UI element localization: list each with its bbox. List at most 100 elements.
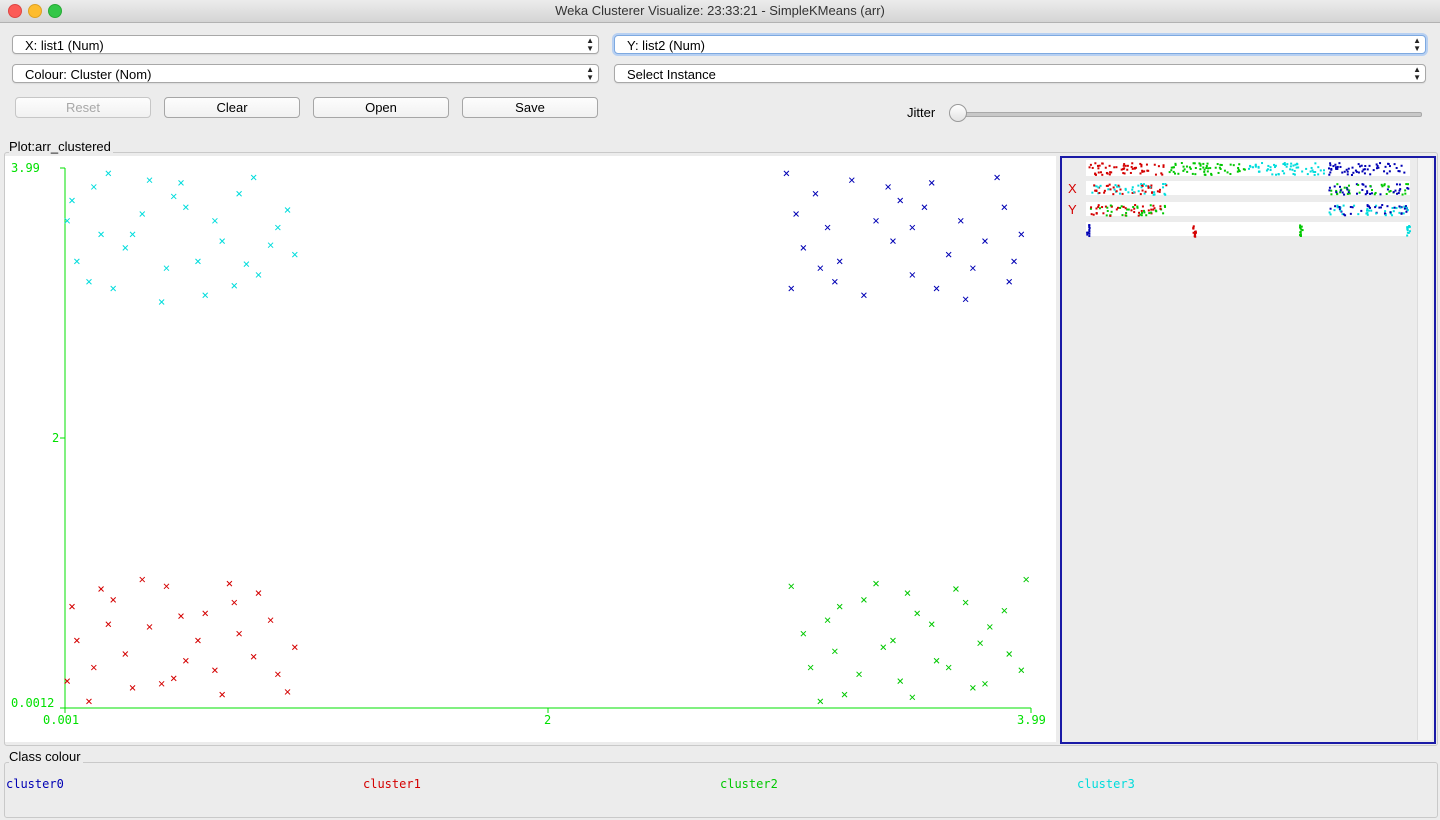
data-point-cluster0[interactable] [933, 285, 940, 292]
data-point-cluster2[interactable] [817, 698, 824, 705]
data-point-cluster0[interactable] [788, 285, 795, 292]
data-point-cluster1[interactable] [129, 685, 136, 691]
data-point-cluster2[interactable] [970, 685, 976, 691]
data-point-cluster3[interactable] [284, 207, 291, 213]
legend-cluster2[interactable]: cluster2 [720, 777, 778, 791]
data-point-cluster3[interactable] [90, 184, 97, 190]
data-point-cluster2[interactable] [1006, 651, 1013, 657]
clear-button[interactable]: Clear [164, 97, 300, 118]
data-point-cluster1[interactable] [146, 624, 153, 630]
data-point-cluster2[interactable] [800, 630, 807, 637]
data-point-cluster0[interactable] [1001, 204, 1008, 211]
data-point-cluster3[interactable] [74, 258, 80, 265]
x-axis-select[interactable]: X: list1 (Num) ▲ ▼ [12, 35, 599, 54]
data-point-cluster0[interactable] [921, 204, 928, 211]
data-point-cluster0[interactable] [824, 224, 831, 231]
data-point-cluster2[interactable] [897, 678, 904, 684]
data-point-cluster3[interactable] [122, 245, 129, 251]
data-point-cluster0[interactable] [957, 217, 964, 224]
matrix-scrollbar[interactable] [1417, 158, 1432, 740]
data-point-cluster3[interactable] [110, 285, 117, 292]
data-point-cluster3[interactable] [158, 299, 165, 305]
data-point-cluster1[interactable] [139, 576, 146, 583]
data-point-cluster3[interactable] [243, 261, 250, 267]
data-point-cluster0[interactable] [928, 180, 935, 186]
legend-cluster3[interactable]: cluster3 [1077, 777, 1135, 791]
data-point-cluster2[interactable] [788, 583, 795, 590]
data-point-cluster1[interactable] [284, 689, 291, 695]
data-point-cluster3[interactable] [275, 224, 281, 231]
data-point-cluster1[interactable] [236, 630, 242, 637]
data-point-cluster3[interactable] [86, 278, 92, 285]
colour-select[interactable]: Colour: Cluster (Nom) ▲ ▼ [12, 64, 599, 83]
data-point-cluster0[interactable] [885, 184, 891, 190]
data-point-cluster2[interactable] [873, 580, 879, 587]
legend-cluster1[interactable]: cluster1 [363, 777, 421, 791]
data-point-cluster3[interactable] [146, 177, 153, 184]
data-point-cluster1[interactable] [226, 580, 233, 587]
data-point-cluster1[interactable] [195, 637, 201, 644]
data-point-cluster2[interactable] [909, 694, 916, 701]
data-point-cluster2[interactable] [1023, 576, 1030, 583]
jitter-slider[interactable] [958, 112, 1422, 117]
data-point-cluster1[interactable] [158, 680, 165, 687]
data-point-cluster1[interactable] [255, 590, 262, 596]
data-point-cluster3[interactable] [267, 242, 274, 249]
data-point-cluster3[interactable] [250, 174, 257, 181]
data-point-cluster0[interactable] [945, 251, 952, 258]
scatter-plot[interactable]: 0.001 2 3.99 3.99 2 0.0012 [5, 156, 1056, 742]
y-axis-select[interactable]: Y: list2 (Num) ▲ ▼ [614, 35, 1426, 54]
data-point-cluster3[interactable] [255, 272, 262, 278]
data-point-cluster0[interactable] [812, 190, 819, 197]
data-point-cluster2[interactable] [982, 680, 988, 687]
data-point-cluster1[interactable] [291, 644, 298, 651]
data-point-cluster2[interactable] [928, 621, 935, 628]
data-point-cluster1[interactable] [202, 610, 209, 617]
data-point-cluster0[interactable] [909, 272, 916, 278]
data-point-cluster3[interactable] [231, 282, 238, 289]
save-button[interactable]: Save [462, 97, 598, 118]
data-point-cluster3[interactable] [98, 231, 104, 238]
data-point-cluster1[interactable] [182, 657, 189, 664]
data-point-cluster0[interactable] [897, 197, 904, 204]
data-point-cluster2[interactable] [1001, 607, 1008, 614]
data-point-cluster2[interactable] [914, 610, 921, 617]
data-point-cluster2[interactable] [986, 624, 993, 630]
data-point-cluster0[interactable] [1006, 278, 1013, 285]
data-point-cluster2[interactable] [962, 599, 969, 606]
data-point-cluster0[interactable] [831, 278, 838, 285]
data-point-cluster3[interactable] [170, 193, 177, 200]
data-point-cluster1[interactable] [69, 603, 75, 610]
data-point-cluster0[interactable] [982, 238, 988, 244]
data-point-cluster1[interactable] [178, 613, 184, 619]
data-point-cluster1[interactable] [105, 621, 112, 628]
data-point-cluster0[interactable] [962, 296, 969, 303]
data-point-cluster3[interactable] [212, 217, 218, 224]
data-point-cluster1[interactable] [74, 637, 80, 644]
data-point-cluster2[interactable] [953, 586, 959, 592]
data-point-cluster0[interactable] [1018, 231, 1025, 238]
data-point-cluster2[interactable] [861, 597, 867, 603]
data-point-cluster0[interactable] [836, 258, 843, 265]
data-point-cluster1[interactable] [122, 651, 129, 657]
reset-button[interactable]: Reset [15, 97, 151, 118]
data-point-cluster3[interactable] [163, 265, 170, 272]
data-point-cluster1[interactable] [250, 653, 257, 660]
select-instance-select[interactable]: Select Instance ▲ ▼ [614, 64, 1426, 83]
data-point-cluster2[interactable] [880, 644, 887, 651]
data-point-cluster1[interactable] [231, 599, 238, 606]
data-point-cluster2[interactable] [904, 590, 911, 596]
data-point-cluster2[interactable] [977, 640, 983, 647]
data-point-cluster2[interactable] [824, 617, 831, 624]
data-point-cluster0[interactable] [848, 177, 855, 184]
data-point-cluster0[interactable] [909, 224, 916, 231]
data-point-cluster0[interactable] [800, 245, 807, 251]
data-point-cluster3[interactable] [139, 211, 146, 217]
data-point-cluster1[interactable] [212, 667, 218, 674]
data-point-cluster3[interactable] [202, 292, 209, 299]
data-point-cluster3[interactable] [129, 231, 136, 238]
data-point-cluster0[interactable] [861, 292, 867, 299]
data-point-cluster2[interactable] [836, 603, 843, 610]
data-point-cluster1[interactable] [98, 586, 104, 592]
jitter-slider-knob[interactable] [949, 104, 967, 122]
